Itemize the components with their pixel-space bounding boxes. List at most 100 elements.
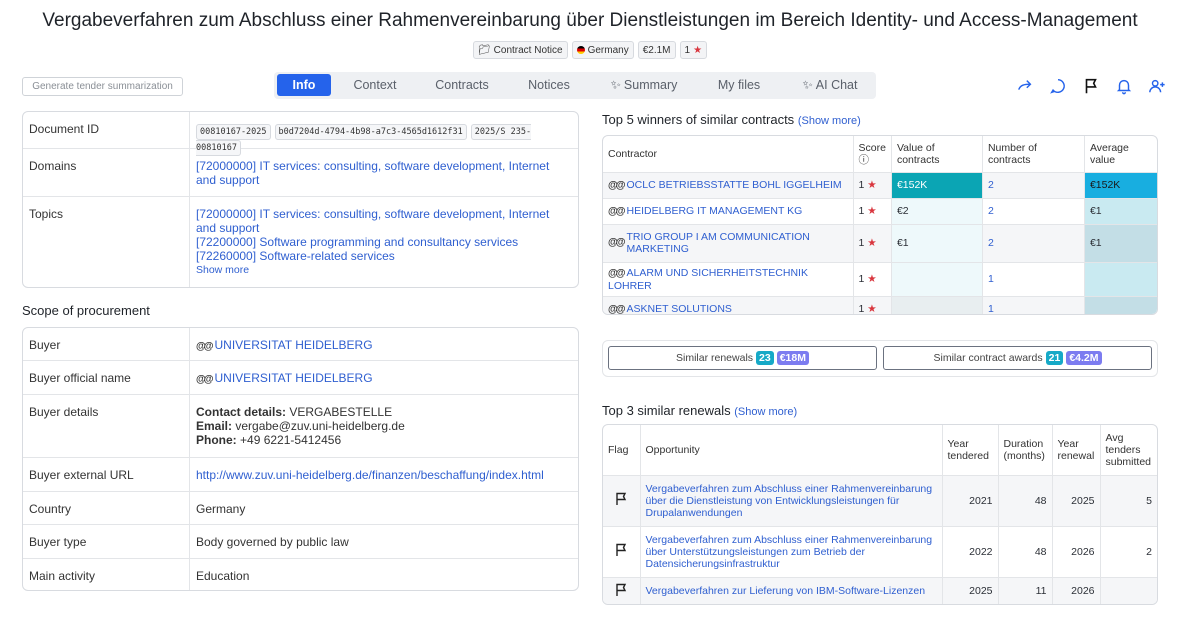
entity-icon: @@ — [608, 237, 625, 248]
buyer-value: @@ UNIVERSITAT HEIDELBERG — [190, 328, 379, 360]
field-label: Topics — [23, 197, 190, 287]
external-url-row: Buyer external URL http://www.zuv.uni-he… — [23, 458, 578, 492]
star-icon: ★ — [864, 179, 877, 191]
topic-link[interactable]: [72000000] IT services: consulting, soft… — [196, 207, 572, 235]
value-cell: €1 — [891, 224, 983, 263]
column-header: Average value — [1084, 136, 1157, 173]
awards-value-badge: €4.2M — [1066, 351, 1102, 365]
share-icon[interactable] — [1015, 76, 1035, 96]
tab-ai-chat[interactable]: ✨︎ AI Chat — [790, 74, 870, 96]
country-badge: Germany — [571, 41, 634, 59]
tab-notices[interactable]: Notices — [518, 74, 580, 96]
buyer-row: Buyer @@ UNIVERSITAT HEIDELBERG — [23, 328, 578, 361]
field-label: Buyer — [23, 328, 190, 360]
contractor-link[interactable]: ALARM UND SICHERHEITSTECHNIK LOHRER — [608, 267, 808, 292]
contractor-link[interactable]: HEIDELBERG IT MANAGEMENT KG — [627, 205, 803, 217]
field-label: Buyer official name — [23, 361, 190, 394]
topic-link[interactable]: [72200000] Software programming and cons… — [196, 235, 572, 249]
table-row: Vergabeverfahren zur Lieferung von IBM-S… — [603, 577, 1157, 604]
avg-tenders-cell: 5 — [1100, 475, 1157, 527]
duration-cell: 11 — [998, 577, 1053, 604]
tab-summary[interactable]: ✨︎ Summary — [602, 74, 686, 96]
buyer-url-link[interactable]: http://www.zuv.uni-heidelberg.de/finanze… — [190, 458, 550, 491]
opportunity-link[interactable]: Vergabeverfahren zur Lieferung von IBM-S… — [640, 577, 943, 604]
star-icon: ★ — [864, 273, 877, 285]
similar-renewals-button[interactable]: Similar renewals 23 €18M — [608, 346, 877, 370]
score-cell: 1 ★ — [853, 172, 892, 199]
year-renewal-cell: 2026 — [1052, 526, 1101, 578]
topics-row: Topics [72000000] IT services: consultin… — [23, 197, 578, 287]
year-tendered-cell: 2022 — [942, 526, 999, 578]
add-user-icon[interactable] — [1147, 76, 1167, 96]
flag-icon[interactable] — [615, 492, 627, 506]
column-header: Score ⓘ — [853, 136, 892, 173]
tab-contracts[interactable]: Contracts — [426, 74, 498, 96]
field-label: Buyer details — [23, 395, 190, 457]
entity-icon: @@ — [608, 303, 625, 315]
count-cell[interactable]: 1 — [982, 296, 1085, 314]
contractor-link[interactable]: OCLC BETRIEBSSTATTE BOHL IGGELHEIM — [627, 179, 842, 191]
count-cell[interactable]: 2 — [982, 172, 1085, 199]
contractor-cell: @@ ASKNET SOLUTIONS — [603, 296, 854, 315]
scope-heading: Scope of procurement — [22, 303, 150, 318]
table-row: @@ HEIDELBERG IT MANAGEMENT KG 1 ★ €2 2 €… — [603, 198, 1157, 225]
winners-table: Contractor Score ⓘ Value of contracts Num… — [602, 135, 1158, 315]
flag-cell — [603, 577, 641, 604]
tab-my-files[interactable]: My files — [708, 74, 770, 96]
action-toolbar — [1015, 76, 1167, 96]
opportunity-link[interactable]: Vergabeverfahren zum Abschluss einer Rah… — [640, 526, 943, 578]
avg-tenders-cell — [1100, 577, 1157, 604]
tender-meta: 📁︎ Contract Notice Germany €2.1M 1 ★ — [0, 41, 1180, 59]
topic-link[interactable]: [72260000] Software-related services — [196, 249, 572, 263]
table-row: @@ ALARM UND SICHERHEITSTECHNIK LOHRER 1 … — [603, 262, 1157, 297]
tab-context[interactable]: Context — [342, 74, 408, 96]
contractor-link[interactable]: TRIO GROUP I AM COMMUNICATION MARKETING — [627, 231, 848, 255]
buyer-type-value: Body governed by public law — [196, 535, 349, 549]
show-more-link[interactable]: Show more — [196, 263, 572, 277]
buyer-link[interactable]: UNIVERSITAT HEIDELBERG — [215, 338, 373, 352]
count-cell[interactable]: 2 — [982, 198, 1085, 225]
star-icon: ★ — [864, 237, 877, 249]
germany-flag-icon — [576, 46, 585, 54]
similar-awards-button[interactable]: Similar contract awards 21 €4.2M — [883, 346, 1152, 370]
value-cell: €152K — [891, 172, 983, 199]
show-more-link[interactable]: Show more — [738, 406, 794, 418]
table-row: @@ OCLC BETRIEBSSTATTE BOHL IGGELHEIM 1 ★… — [603, 172, 1157, 199]
column-header: Contractor — [603, 136, 854, 173]
flag-icon[interactable] — [615, 543, 627, 557]
opportunity-link[interactable]: Vergabeverfahren zum Abschluss einer Rah… — [640, 475, 943, 527]
tab-info[interactable]: Info — [277, 74, 331, 96]
buyer-type-row: Buyer type Body governed by public law — [23, 525, 578, 559]
domain-link[interactable]: [72000000] IT services: consulting, soft… — [190, 149, 578, 196]
document-id-tag: b0d7204d-4794-4b98-a7c3-4565d1612f31 — [274, 124, 467, 140]
topics-list: [72000000] IT services: consulting, soft… — [190, 197, 578, 287]
buyer-details-row: Buyer details Contact details: VERGABEST… — [23, 395, 578, 458]
score-badge: 1 ★ — [679, 41, 708, 59]
column-header: Opportunity — [640, 425, 943, 476]
renewals-value-badge: €18M — [776, 351, 809, 365]
official-name-link[interactable]: UNIVERSITAT HEIDELBERG — [215, 371, 373, 385]
document-info-panel: Document ID 00810167-2025 b0d7204d-4794-4… — [22, 111, 579, 288]
count-cell[interactable]: 2 — [982, 224, 1085, 263]
entity-icon: @@ — [196, 374, 213, 385]
awards-count-badge: 21 — [1045, 351, 1064, 365]
main-activity-row: Main activity Education — [23, 559, 578, 590]
bell-icon[interactable] — [1114, 76, 1134, 96]
table-row: @@ ASKNET SOLUTIONS 1 ★ 1 — [603, 296, 1157, 315]
generate-summary-button[interactable]: Generate tender summarization — [22, 77, 183, 96]
contractor-link[interactable]: ASKNET SOLUTIONS — [627, 303, 732, 314]
flag-icon[interactable] — [1081, 76, 1101, 96]
field-label: Country — [23, 492, 190, 524]
comment-icon[interactable] — [1048, 76, 1068, 96]
show-more-link[interactable]: Show more — [801, 115, 857, 127]
column-header: Year renewal — [1052, 425, 1101, 476]
entity-icon: @@ — [196, 341, 213, 352]
flag-icon[interactable] — [615, 583, 627, 597]
year-tendered-cell: 2021 — [942, 475, 999, 527]
count-cell[interactable]: 1 — [982, 262, 1085, 297]
renewals-heading: Top 3 similar renewals (Show more) — [602, 403, 798, 418]
score-cell: 1 ★ — [853, 262, 892, 297]
avg-cell: €152K — [1084, 172, 1157, 199]
year-renewal-cell: 2026 — [1052, 577, 1101, 604]
column-header: Duration (months) — [998, 425, 1053, 476]
